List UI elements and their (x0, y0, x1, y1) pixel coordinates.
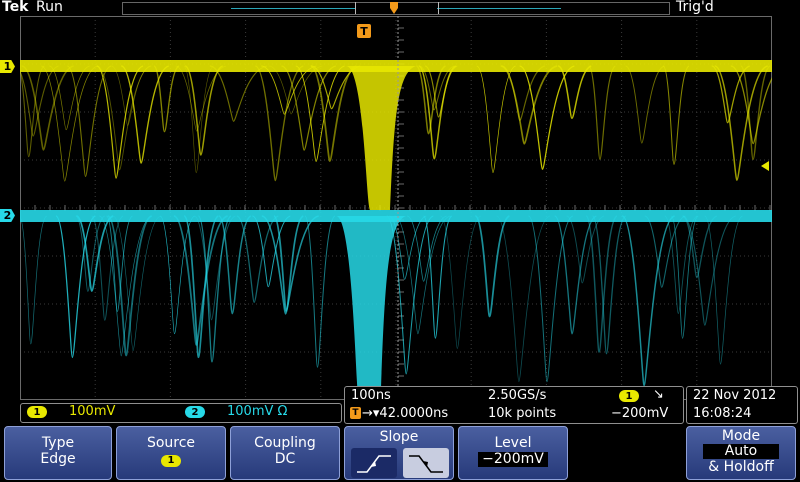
level-label: Level (494, 435, 532, 451)
falling-edge-icon (409, 455, 443, 473)
trigger-position-marker[interactable]: T (357, 24, 371, 38)
slope-label: Slope (379, 429, 419, 445)
level-value: −200mV (478, 452, 548, 467)
trigger-level-icon[interactable] (761, 161, 769, 171)
ch2-badge: 2 (185, 406, 205, 418)
coupling-softkey[interactable]: Coupling DC (230, 426, 340, 480)
status-bar: Tek Run Trig'd (0, 0, 800, 16)
slope-rising-button[interactable] (351, 448, 397, 478)
sample-rate: 2.50GS/s (488, 388, 547, 403)
run-state: Run (36, 0, 63, 15)
record-line-right (437, 8, 561, 9)
horizontal-readout[interactable]: 100ns 2.50GS/s T →▾42.0000ns 10k points … (344, 386, 684, 424)
type-label: Type (41, 435, 75, 451)
trigger-state: Trig'd (676, 0, 714, 15)
channel-readout[interactable]: 1 100mV 2 100mV Ω (20, 403, 342, 423)
trigger-slope-icon: ↘ (653, 387, 664, 402)
ch1-waveform (20, 60, 772, 210)
ch1-ground-marker[interactable]: 1 (0, 60, 15, 73)
source-softkey[interactable]: Source 1 (116, 426, 226, 480)
trigger-delay: →▾42.0000ns (362, 406, 449, 421)
record-line-left (231, 8, 355, 9)
mode-value: Auto (703, 444, 779, 459)
trigger-source-badge: 1 (619, 390, 639, 402)
rising-edge-icon (357, 455, 391, 473)
trigger-level: −200mV (611, 406, 669, 421)
level-softkey[interactable]: Level −200mV (458, 426, 568, 480)
ch1-scale: 100mV (69, 404, 116, 419)
ch2-ground-marker[interactable]: 2 (0, 209, 15, 222)
mode-softkey[interactable]: Mode Auto & Holdoff (686, 426, 796, 480)
slope-falling-button[interactable] (403, 448, 449, 478)
source-value: 1 (161, 454, 181, 467)
source-label: Source (146, 435, 196, 451)
slope-softkey[interactable]: Slope (344, 426, 454, 480)
horizontal-position-icon (390, 2, 398, 14)
time: 16:08:24 (693, 406, 752, 421)
date: 22 Nov 2012 (693, 388, 777, 403)
coupling-value: DC (274, 451, 296, 467)
datetime-readout: 22 Nov 2012 16:08:24 (686, 386, 798, 424)
trigger-delay-icon: T (350, 407, 361, 419)
timebase: 100ns (351, 388, 391, 403)
mode-value-2: & Holdoff (708, 459, 774, 475)
waveform-graticule[interactable] (20, 16, 772, 400)
mode-label: Mode (721, 428, 761, 444)
coupling-label: Coupling (254, 435, 316, 451)
ch2-scale: 100mV Ω (227, 404, 288, 419)
record-length: 10k points (488, 406, 557, 421)
brand-label: Tek (2, 0, 29, 15)
type-value: Edge (40, 451, 76, 467)
ch1-badge: 1 (27, 406, 47, 418)
type-softkey[interactable]: Type Edge (4, 426, 112, 480)
